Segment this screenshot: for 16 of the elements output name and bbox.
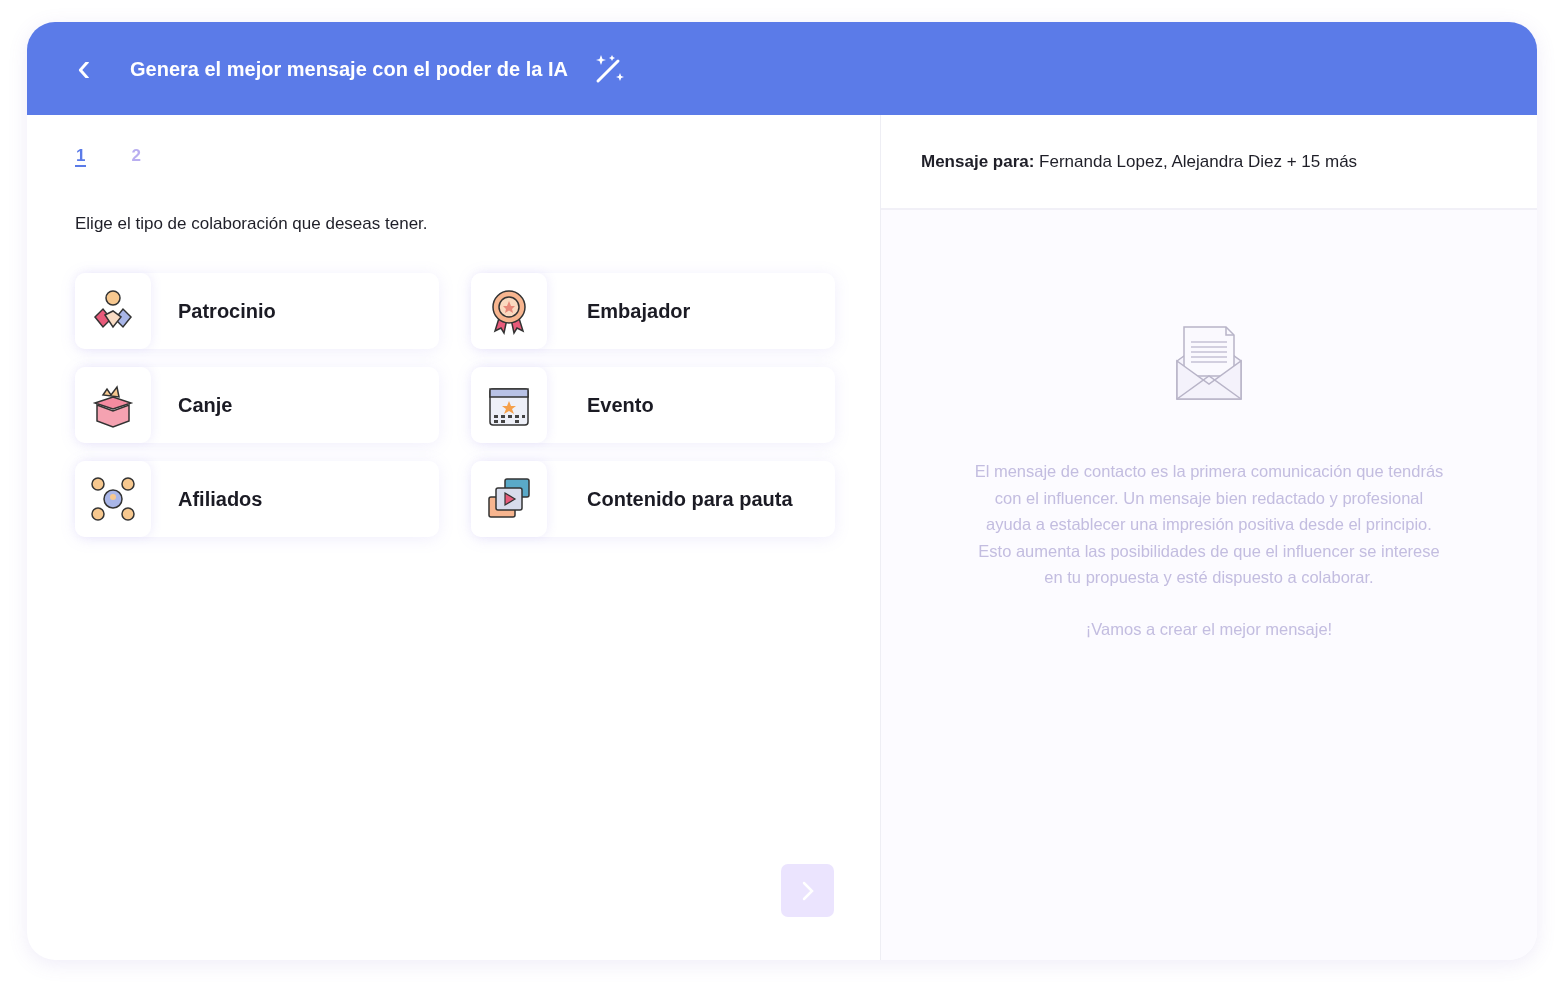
header-title: Genera el mejor mensaje con el poder de la IA (130, 56, 568, 82)
collaboration-option[interactable]: Evento (471, 366, 835, 443)
recipients-text: Mensaje para: Fernanda Lopez, Alejandra Diez + 15 más (921, 150, 1358, 173)
encouragement-text: ¡Vamos a crear el mejor mensaje! (1085, 618, 1333, 640)
collaboration-option[interactable]: Contenido para pauta (471, 460, 835, 537)
collaboration-option[interactable]: Canje (75, 366, 439, 443)
envelope-icon (1176, 326, 1242, 400)
info-paragraph: El mensaje de contacto es la primera comunicación que tendrás con el influencer. Un mensaje bien redactado y profesional ayuda a establecer una impresión positiva desde el principio. Esto aumenta las posibilidades de que el influencer se interese en tu propuesta y esté dispuesto a colaborar. (973, 461, 1445, 588)
collaboration-option[interactable]: Patrocinio (75, 272, 439, 349)
chevron-right-icon (801, 880, 814, 901)
back-button[interactable]: ‹ (72, 46, 96, 87)
collaboration-option[interactable]: Afiliados (75, 460, 439, 537)
instruction-text: Elige el tipo de colaboración que deseas tener. (75, 213, 429, 235)
collaboration-option[interactable]: Embajador (471, 272, 835, 349)
people-network-icon (89, 474, 137, 523)
step-tab[interactable]: 1 (75, 143, 87, 167)
